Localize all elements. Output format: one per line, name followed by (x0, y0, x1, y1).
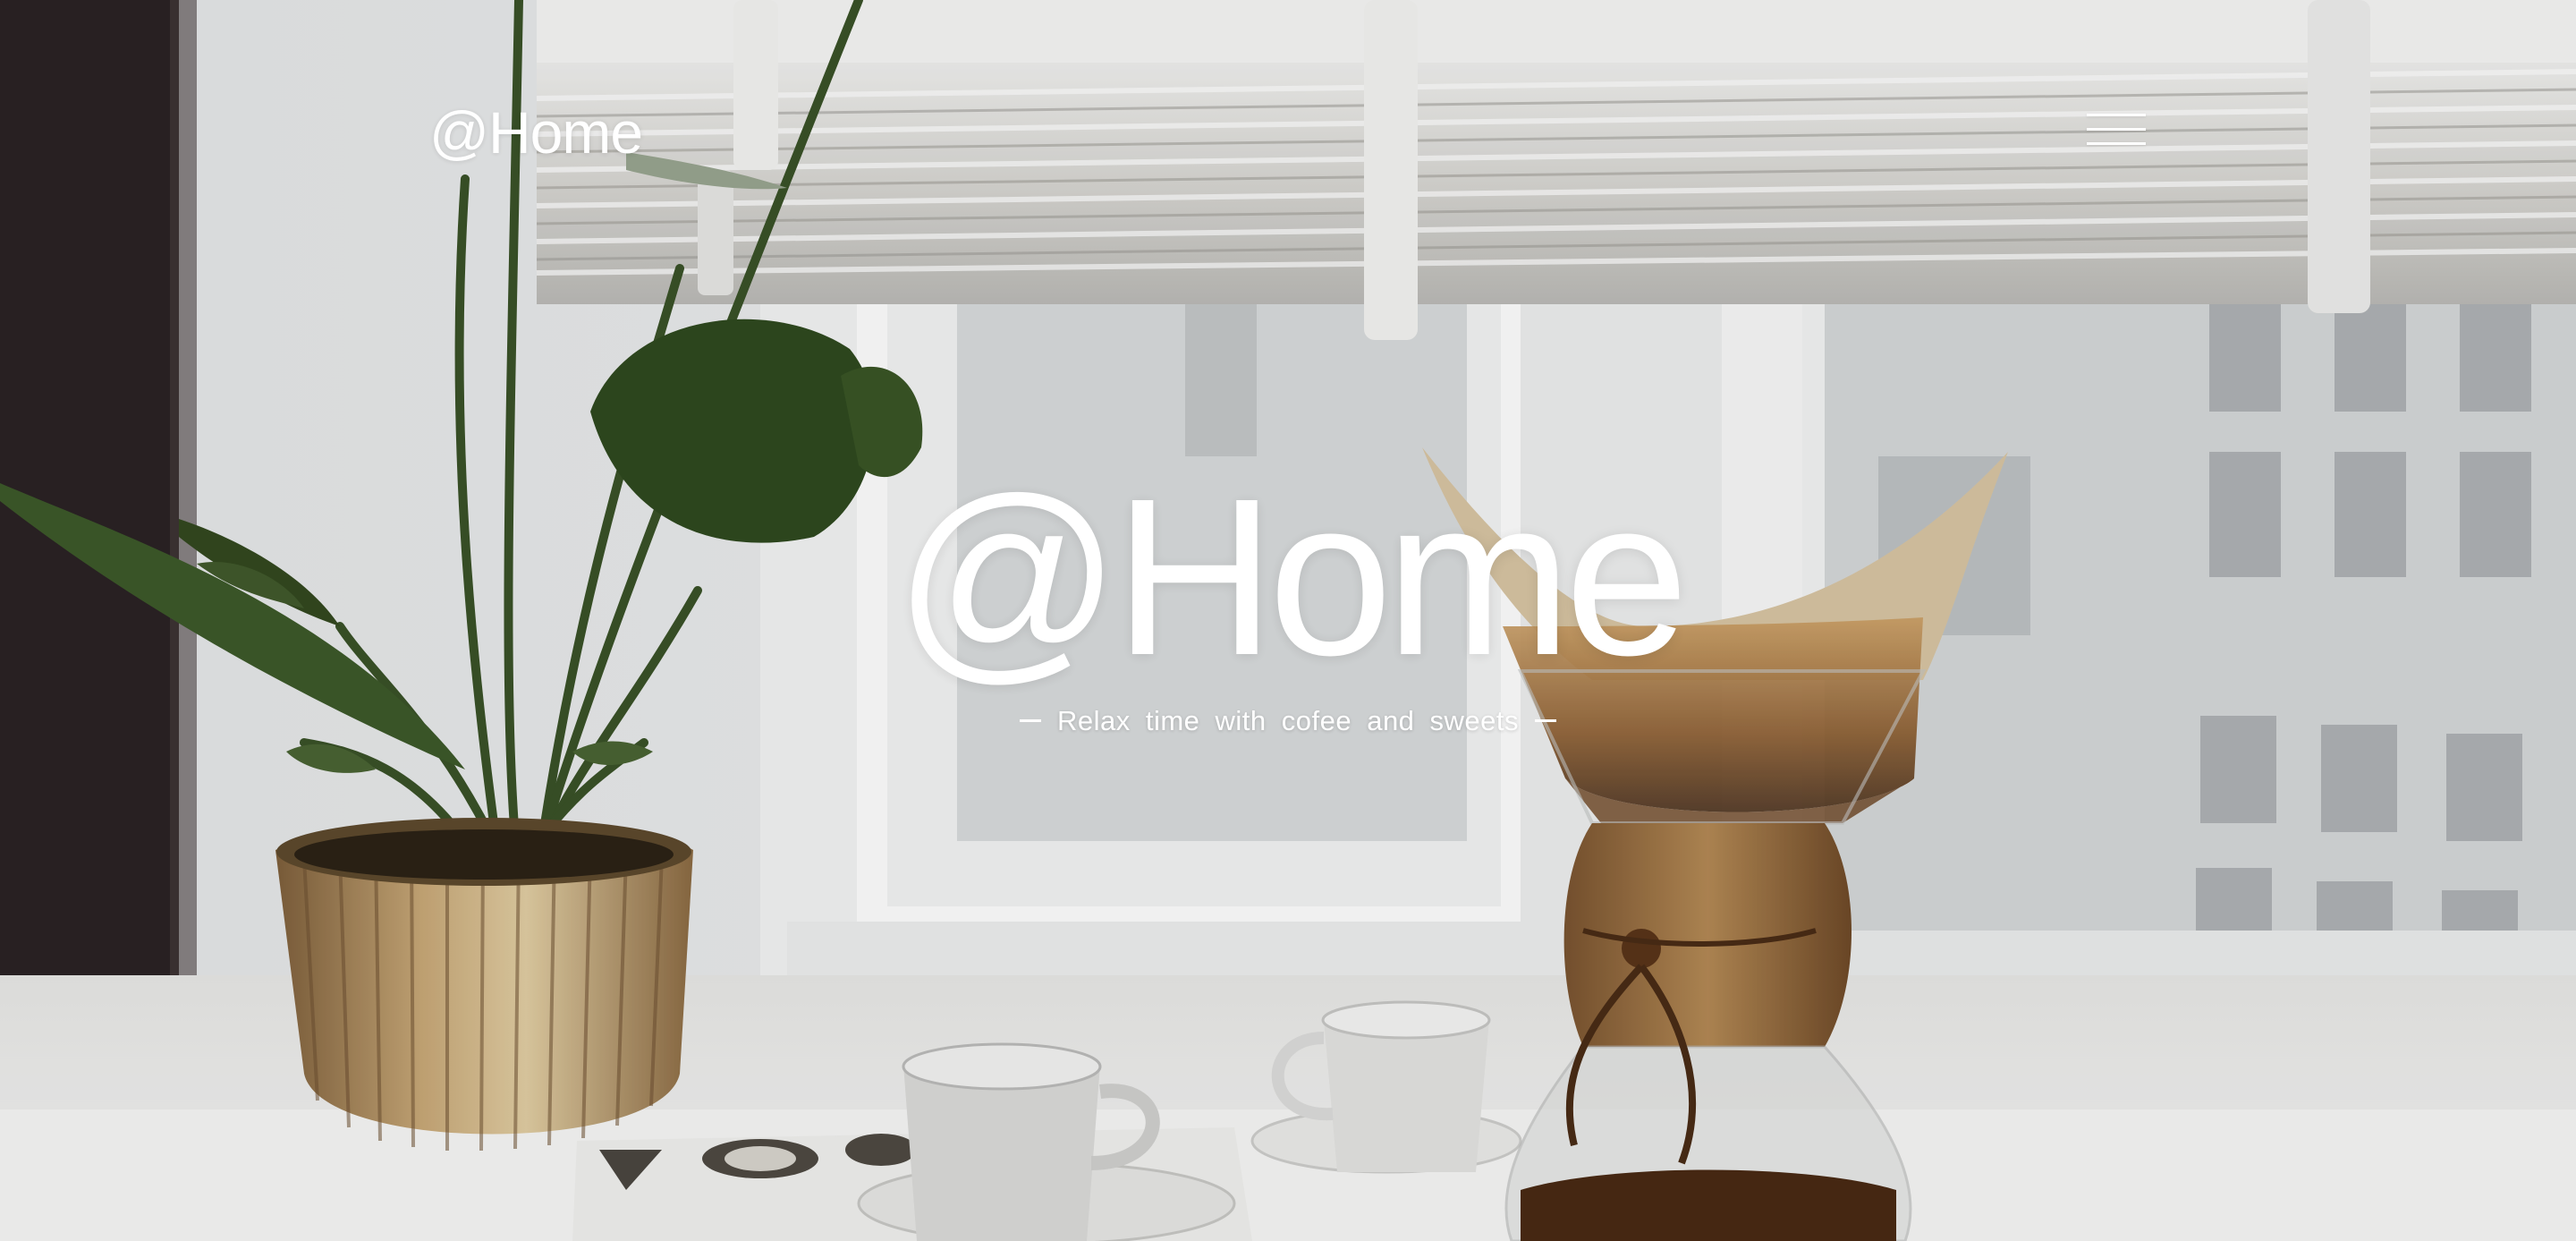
hero-tagline-row: Relax time with cofee and sweets (0, 703, 2576, 739)
menu-line (2087, 128, 2146, 131)
hero-tagline: Relax time with cofee and sweets (1056, 705, 1520, 736)
dash-icon (1019, 719, 1041, 723)
hamburger-menu-icon[interactable] (2087, 111, 2146, 149)
menu-line (2087, 142, 2146, 145)
menu-line (2087, 114, 2146, 116)
hero-section: @Home @Home Relax time with cofee and sw… (0, 0, 2576, 1241)
brand-logo[interactable]: @Home (429, 97, 643, 168)
hero-title: @Home (894, 452, 1690, 701)
dash-icon (1535, 719, 1557, 723)
